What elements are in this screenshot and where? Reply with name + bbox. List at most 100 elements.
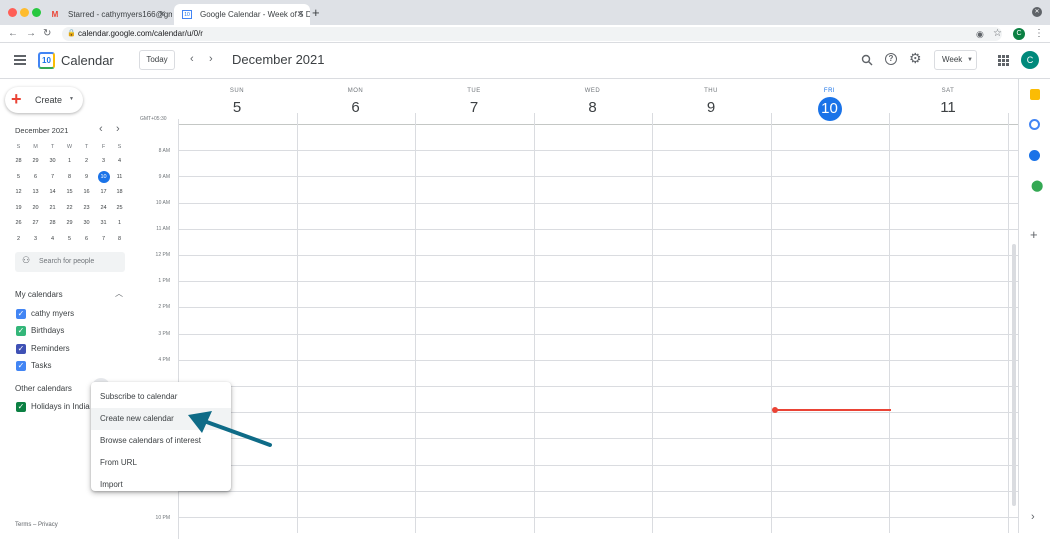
mini-day[interactable]: 13 bbox=[27, 189, 44, 195]
previous-week-icon[interactable]: ‹ bbox=[190, 53, 194, 65]
settings-gear-icon[interactable]: ⚙ bbox=[909, 50, 922, 67]
day-number[interactable]: 7 bbox=[415, 99, 533, 116]
contacts-icon[interactable] bbox=[1029, 150, 1040, 161]
address-bar[interactable]: 🔒 calendar.google.com/calendar/u/0/r bbox=[62, 27, 1002, 41]
mini-day[interactable]: 6 bbox=[78, 236, 95, 242]
account-avatar[interactable]: C bbox=[1021, 51, 1039, 69]
menu-item-from-url[interactable]: From URL bbox=[91, 452, 231, 474]
tasks-icon[interactable] bbox=[1029, 119, 1040, 130]
mini-day[interactable]: 29 bbox=[61, 220, 78, 226]
day-number[interactable]: 6 bbox=[297, 99, 415, 116]
mini-day[interactable]: 27 bbox=[27, 220, 44, 226]
bookmark-star-icon[interactable]: ☆ bbox=[993, 25, 1002, 43]
maximize-window-button[interactable] bbox=[32, 8, 41, 17]
grid-scrollbar[interactable] bbox=[1012, 244, 1016, 506]
search-icon[interactable] bbox=[861, 54, 873, 66]
next-week-icon[interactable]: › bbox=[209, 53, 213, 65]
mini-day[interactable]: 4 bbox=[111, 158, 128, 164]
menu-item-import[interactable]: Import bbox=[91, 474, 231, 496]
mini-day-selected[interactable]: 10 bbox=[97, 171, 110, 183]
mini-day[interactable]: 4 bbox=[44, 236, 61, 242]
mini-day[interactable]: 28 bbox=[44, 220, 61, 226]
mini-day[interactable]: 28 bbox=[10, 158, 27, 164]
checkbox-checked-icon[interactable]: ✓ bbox=[16, 361, 26, 371]
mini-day[interactable]: 14 bbox=[44, 189, 61, 195]
chevron-up-icon[interactable]: ︿ bbox=[115, 288, 123, 299]
mini-day[interactable]: 22 bbox=[61, 205, 78, 211]
calendar-item-holidays-india[interactable]: ✓ Holidays in India bbox=[16, 402, 90, 416]
day-number[interactable]: 9 bbox=[652, 99, 770, 116]
calendar-item-cathy-myers[interactable]: ✓ cathy myers bbox=[16, 309, 74, 323]
mini-day[interactable]: 16 bbox=[78, 189, 95, 195]
day-number[interactable]: 5 bbox=[178, 99, 296, 116]
eye-icon[interactable]: ◉ bbox=[976, 25, 984, 43]
mini-day[interactable]: 18 bbox=[111, 189, 128, 195]
mini-day[interactable]: 25 bbox=[111, 205, 128, 211]
mini-day[interactable]: 5 bbox=[61, 236, 78, 242]
mini-day[interactable]: 1 bbox=[111, 220, 128, 226]
mini-prev-month-icon[interactable]: ‹ bbox=[99, 123, 103, 135]
mini-day[interactable]: 7 bbox=[44, 174, 61, 180]
create-button[interactable]: + Create ▼ bbox=[5, 87, 83, 113]
close-tab-icon[interactable]: ✕ bbox=[296, 4, 304, 25]
mini-day[interactable]: 3 bbox=[95, 158, 112, 164]
more-vert-icon[interactable]: ⋮ bbox=[1034, 25, 1044, 43]
privacy-link[interactable]: Privacy bbox=[38, 522, 58, 528]
mini-day[interactable]: 15 bbox=[61, 189, 78, 195]
browser-menu-icon[interactable]: ✕ bbox=[1032, 7, 1042, 17]
calendar-item-birthdays[interactable]: ✓ Birthdays bbox=[16, 326, 64, 340]
close-window-button[interactable] bbox=[8, 8, 17, 17]
checkbox-checked-icon[interactable]: ✓ bbox=[16, 402, 26, 412]
mini-day[interactable]: 23 bbox=[78, 205, 95, 211]
mini-day[interactable]: 30 bbox=[44, 158, 61, 164]
maps-icon[interactable]: ⬤ bbox=[1031, 179, 1043, 192]
mini-day[interactable]: 17 bbox=[95, 189, 112, 195]
checkbox-checked-icon[interactable]: ✓ bbox=[16, 344, 26, 354]
checkbox-checked-icon[interactable]: ✓ bbox=[16, 326, 26, 336]
mini-day[interactable]: 11 bbox=[111, 174, 128, 180]
view-select[interactable]: Week ▼ bbox=[934, 50, 977, 70]
main-menu-icon[interactable] bbox=[14, 55, 26, 65]
mini-day[interactable]: 21 bbox=[44, 205, 61, 211]
calendar-item-tasks[interactable]: ✓ Tasks bbox=[16, 361, 51, 375]
mini-day[interactable]: 8 bbox=[61, 174, 78, 180]
add-addon-icon[interactable]: + bbox=[1030, 227, 1038, 242]
apps-grid-icon[interactable] bbox=[998, 55, 1009, 66]
mini-day[interactable]: 6 bbox=[27, 174, 44, 180]
mini-day[interactable]: 1 bbox=[61, 158, 78, 164]
mini-day[interactable]: 26 bbox=[10, 220, 27, 226]
mini-day[interactable]: 19 bbox=[10, 205, 27, 211]
today-button[interactable]: Today bbox=[139, 50, 175, 70]
minimize-window-button[interactable] bbox=[20, 8, 29, 17]
mini-day[interactable]: 5 bbox=[10, 174, 27, 180]
mini-day[interactable]: 8 bbox=[111, 236, 128, 242]
my-calendars-heading[interactable]: My calendars bbox=[15, 290, 63, 299]
reload-icon[interactable]: ↻ bbox=[43, 25, 51, 43]
profile-avatar[interactable]: C bbox=[1013, 28, 1025, 40]
mini-day[interactable]: 29 bbox=[27, 158, 44, 164]
keep-icon[interactable] bbox=[1030, 89, 1040, 100]
mini-day[interactable]: 30 bbox=[78, 220, 95, 226]
day-number[interactable]: 11 bbox=[889, 99, 1007, 116]
mini-day[interactable]: 2 bbox=[10, 236, 27, 242]
browser-tab-gmail[interactable]: M Starred - cathymyers166@gm… ✕ bbox=[42, 4, 172, 25]
mini-day[interactable]: 24 bbox=[95, 205, 112, 211]
back-icon[interactable]: ← bbox=[8, 25, 18, 43]
mini-day[interactable]: 12 bbox=[10, 189, 27, 195]
browser-tab-calendar[interactable]: 10 Google Calendar - Week of 5 D… ✕ bbox=[174, 4, 310, 25]
mini-day[interactable]: 31 bbox=[95, 220, 112, 226]
mini-day[interactable]: 3 bbox=[27, 236, 44, 242]
checkbox-checked-icon[interactable]: ✓ bbox=[16, 309, 26, 319]
calendar-item-reminders[interactable]: ✓ Reminders bbox=[16, 344, 70, 358]
mini-day[interactable]: 7 bbox=[95, 236, 112, 242]
close-tab-icon[interactable]: ✕ bbox=[158, 4, 166, 25]
mini-day[interactable]: 2 bbox=[78, 158, 95, 164]
forward-icon[interactable]: → bbox=[26, 25, 36, 43]
mini-day[interactable]: 9 bbox=[78, 174, 95, 180]
mini-day[interactable]: 20 bbox=[27, 205, 44, 211]
search-people-input[interactable]: ⚇ Search for people bbox=[15, 252, 125, 272]
today-day-number[interactable]: 10 bbox=[817, 97, 842, 121]
day-number[interactable]: 8 bbox=[534, 99, 652, 116]
terms-link[interactable]: Terms bbox=[15, 522, 31, 528]
expand-panel-icon[interactable]: › bbox=[1031, 511, 1035, 523]
